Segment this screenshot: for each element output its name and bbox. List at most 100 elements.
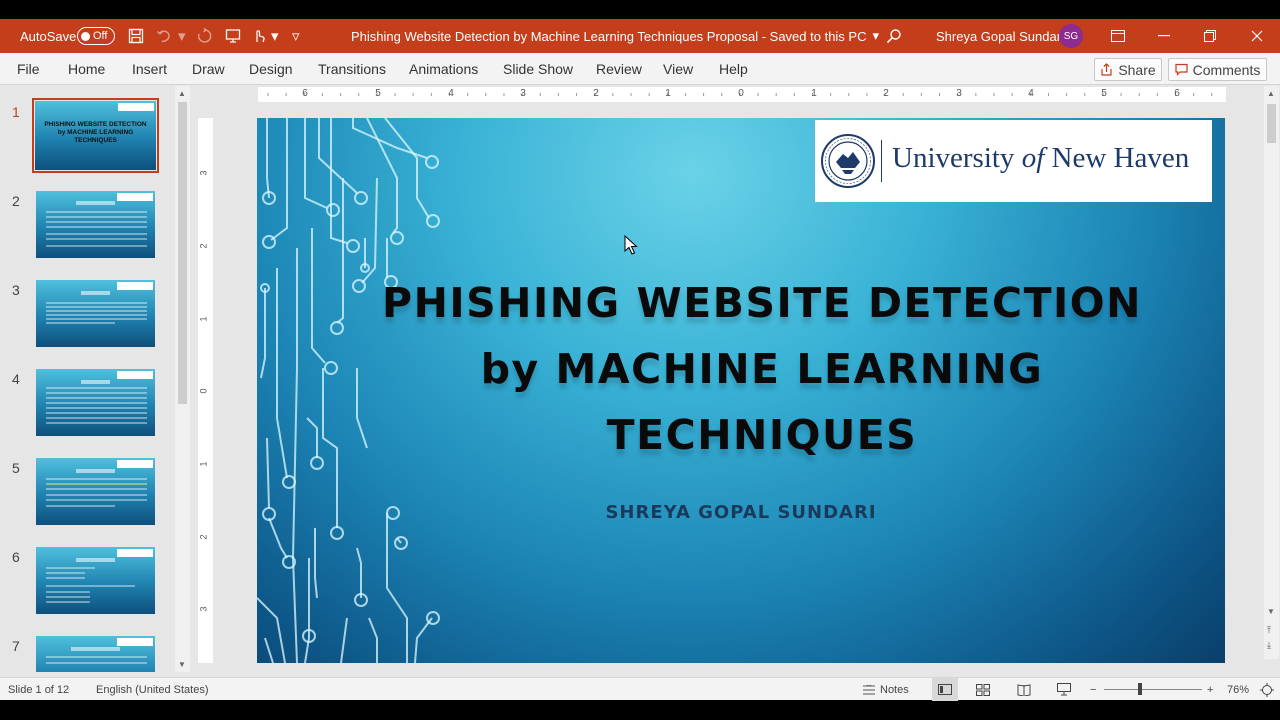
- slide-thumbnail-pane: 1 PHISHING WEBSITE DETECTION by MACHINE …: [0, 86, 192, 672]
- save-icon[interactable]: [128, 19, 144, 53]
- share-label: Share: [1118, 61, 1156, 78]
- slide-number: 6: [12, 549, 20, 565]
- comment-icon: [1175, 63, 1188, 76]
- ribbon-display-options-icon[interactable]: [1095, 19, 1141, 53]
- tab-view[interactable]: View: [663, 53, 693, 85]
- touch-mode-dropdown-icon[interactable]: ▾: [271, 19, 279, 53]
- zoom-slider-track[interactable]: [1104, 689, 1202, 690]
- close-icon[interactable]: [1234, 19, 1280, 53]
- thumbnail-scrollbar[interactable]: ▲ ▼: [175, 86, 190, 672]
- status-bar: Slide 1 of 12 English (United States) No…: [0, 677, 1280, 701]
- autosave-toggle-wrap[interactable]: Off: [77, 19, 115, 53]
- ruler-label: 1: [811, 88, 817, 99]
- share-icon: [1101, 63, 1112, 76]
- thumbnail-logo: [117, 371, 153, 379]
- autosave-label: AutoSave: [20, 28, 77, 44]
- previous-slide-icon[interactable]: ⤒: [1267, 625, 1271, 636]
- scroll-up-icon[interactable]: ▲: [1267, 89, 1275, 98]
- tab-review[interactable]: Review: [596, 53, 642, 85]
- redo-icon[interactable]: [196, 19, 212, 53]
- scroll-down-icon[interactable]: ▼: [1267, 607, 1275, 616]
- slide-thumbnail-preview[interactable]: [36, 191, 155, 258]
- autosave-state: Off: [93, 30, 108, 42]
- next-slide-icon[interactable]: ⤓: [1267, 640, 1271, 651]
- notes-label: Notes: [880, 683, 909, 696]
- slide-counter: Slide 1 of 12: [8, 683, 70, 696]
- tab-animations[interactable]: Animations: [409, 53, 478, 85]
- slide-thumbnail[interactable]: 7: [0, 636, 175, 672]
- slide-thumbnail[interactable]: 3: [0, 280, 175, 360]
- slide-canvas[interactable]: University of New Haven PHISHING WEBSITE…: [257, 118, 1225, 663]
- slide-thumbnail[interactable]: 4: [0, 369, 175, 449]
- scroll-down-icon[interactable]: ▼: [178, 660, 186, 669]
- slide-thumbnail-preview[interactable]: PHISHING WEBSITE DETECTION by MACHINE LE…: [32, 98, 159, 173]
- scrollbar-thumb[interactable]: [1267, 104, 1276, 143]
- title-line: PHISHING WEBSITE DETECTION: [382, 279, 1142, 327]
- powerpoint-window: AutoSave Off ▾ ▾ ▿ Phishing Website Dete…: [0, 19, 1280, 701]
- minimize-icon[interactable]: [1141, 19, 1187, 53]
- language-indicator[interactable]: English (United States): [96, 678, 209, 701]
- slide-thumbnail[interactable]: 2: [0, 191, 175, 271]
- user-name[interactable]: Shreya Gopal Sundari: [936, 19, 1064, 53]
- title-dropdown-icon[interactable]: ▾: [872, 28, 879, 44]
- slide-sorter-button[interactable]: [976, 678, 990, 701]
- tab-file[interactable]: File: [17, 53, 40, 85]
- slide-thumbnail-preview[interactable]: [36, 547, 155, 614]
- tab-insert[interactable]: Insert: [132, 53, 167, 85]
- zoom-level[interactable]: 76%: [1227, 678, 1249, 701]
- thumbnail-logo: [117, 282, 153, 290]
- tab-home[interactable]: Home: [68, 53, 105, 85]
- present-from-start-icon[interactable]: [225, 19, 241, 53]
- zoom-out-button[interactable]: −: [1090, 678, 1096, 701]
- tab-design[interactable]: Design: [249, 53, 293, 85]
- slide-thumbnail[interactable]: 6: [0, 547, 175, 627]
- avatar[interactable]: SG: [1059, 24, 1083, 48]
- ribbon-tab-bar: File Home Insert Draw Design Transitions…: [0, 53, 1280, 85]
- customize-toolbar-icon[interactable]: ▿: [292, 19, 300, 53]
- slide-thumbnail[interactable]: 1 PHISHING WEBSITE DETECTION by MACHINE …: [0, 98, 175, 182]
- slide-thumbnail[interactable]: 5: [0, 458, 175, 538]
- search-icon[interactable]: [886, 19, 902, 53]
- ruler-label: 3: [198, 170, 209, 176]
- slide-thumbnail-preview[interactable]: [36, 280, 155, 347]
- comments-button[interactable]: Comments: [1168, 58, 1267, 81]
- restore-icon[interactable]: [1187, 19, 1233, 53]
- university-name-part: University: [892, 142, 1022, 174]
- title-line: by MACHINE LEARNING: [480, 345, 1044, 393]
- undo-icon[interactable]: [156, 19, 172, 53]
- notes-button[interactable]: Notes: [862, 678, 909, 701]
- zoom-in-button[interactable]: +: [1207, 678, 1213, 701]
- tab-draw[interactable]: Draw: [192, 53, 225, 85]
- slide-thumbnail-preview[interactable]: [36, 458, 155, 525]
- vertical-ruler: 3 2 1 0 1 2 3: [198, 118, 213, 663]
- slide-number: 1: [12, 104, 20, 120]
- thumbnail-logo: [117, 193, 153, 201]
- slide-show-button[interactable]: [1057, 678, 1071, 701]
- document-title[interactable]: Phishing Website Detection by Machine Le…: [351, 19, 879, 53]
- university-name-of: of: [1021, 142, 1045, 174]
- scroll-up-icon[interactable]: ▲: [178, 89, 186, 98]
- tab-help[interactable]: Help: [719, 53, 748, 85]
- slide-subtitle[interactable]: SHREYA GOPAL SUNDARI: [457, 502, 1025, 523]
- slide-title[interactable]: PHISHING WEBSITE DETECTION by MACHINE LE…: [377, 270, 1147, 468]
- slide-thumbnail-preview[interactable]: [36, 369, 155, 436]
- zoom-slider-thumb[interactable]: [1138, 683, 1142, 695]
- share-button[interactable]: Share: [1094, 58, 1162, 81]
- slide-thumbnail-preview[interactable]: [36, 636, 155, 672]
- fit-slide-button[interactable]: [1260, 678, 1274, 701]
- undo-dropdown-icon[interactable]: ▾: [178, 19, 186, 53]
- user-avatar-wrap[interactable]: SG: [1059, 19, 1083, 53]
- ruler-label: 3: [198, 606, 209, 612]
- slide-number: 4: [12, 371, 20, 387]
- scrollbar-thumb[interactable]: [178, 102, 187, 404]
- touch-mode-icon[interactable]: [251, 19, 267, 53]
- reading-view-button[interactable]: [1017, 678, 1031, 701]
- normal-view-button[interactable]: [932, 678, 958, 701]
- tab-slide-show[interactable]: Slide Show: [503, 53, 573, 85]
- slide-show-icon: [1057, 683, 1071, 696]
- autosave-toggle[interactable]: Off: [77, 27, 115, 45]
- tab-transitions[interactable]: Transitions: [318, 53, 386, 85]
- thumbnail-logo: [117, 638, 153, 646]
- ruler-label: 0: [198, 388, 209, 394]
- slide-scrollbar[interactable]: ▲ ▼ ⤒ ⤓: [1264, 86, 1279, 659]
